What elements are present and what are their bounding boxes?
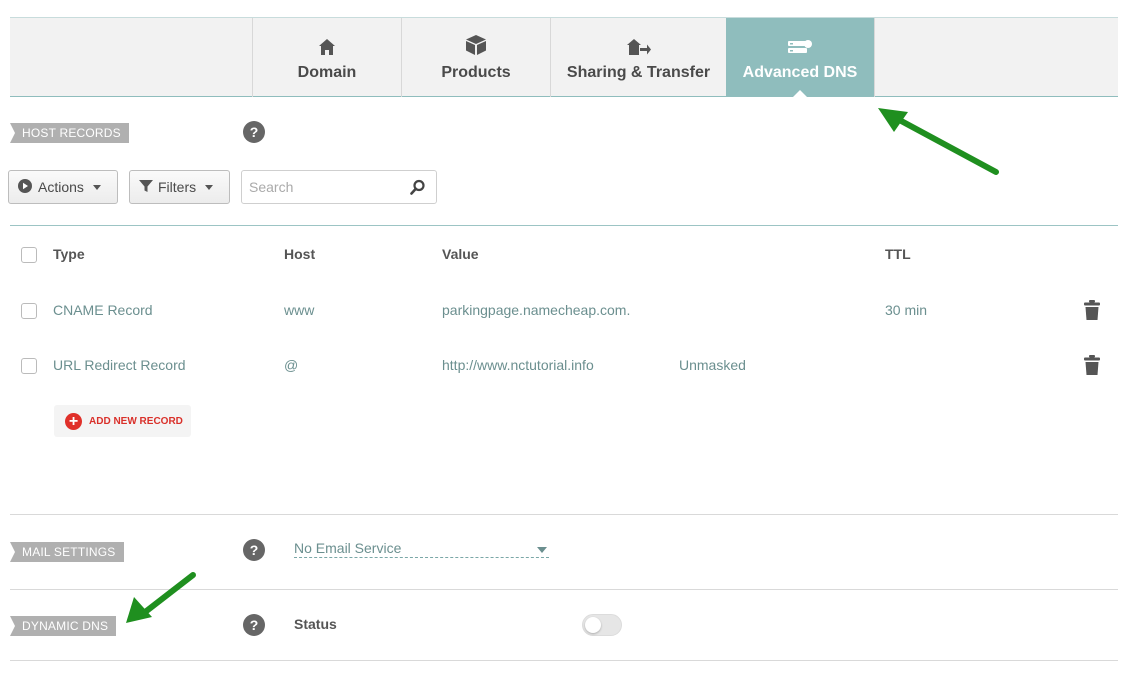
chevron-down-icon: [205, 184, 214, 190]
tab-domain[interactable]: Domain: [252, 18, 401, 97]
add-new-record-label: Add New Record: [89, 415, 183, 427]
row-checkbox[interactable]: [21, 303, 37, 319]
dynamic-dns-label: Dynamic DNS: [10, 616, 117, 636]
mail-settings-label: Mail Settings: [10, 542, 124, 562]
record-value[interactable]: parkingpage.namecheap.com.: [442, 302, 630, 318]
column-header-type[interactable]: Type: [53, 246, 85, 262]
search-box: [241, 170, 437, 204]
dynamic-dns-toggle[interactable]: [582, 614, 622, 636]
trash-icon[interactable]: [1084, 355, 1100, 380]
search-icon[interactable]: [410, 179, 426, 200]
funnel-icon: [139, 179, 153, 196]
annotation-arrow-icon: [878, 108, 999, 175]
tab-sharing-transfer[interactable]: Sharing & Transfer: [550, 18, 726, 97]
column-header-host[interactable]: Host: [284, 246, 315, 262]
annotation-arrow-icon: [126, 572, 196, 623]
record-type[interactable]: URL Redirect Record: [53, 357, 186, 373]
home-icon: [318, 34, 336, 56]
tab-products[interactable]: Products: [401, 18, 550, 97]
tab-label: Domain: [297, 63, 357, 81]
mail-service-value: No Email Service: [294, 540, 402, 556]
section-divider: [10, 660, 1118, 661]
filters-label: Filters: [158, 179, 197, 195]
box-icon: [465, 34, 487, 56]
tab-divider: [874, 18, 875, 97]
host-records-label: Host Records: [10, 123, 129, 143]
filters-button[interactable]: Filters: [129, 170, 230, 204]
record-host[interactable]: www: [284, 302, 314, 318]
chevron-down-icon: [537, 547, 547, 553]
record-ttl[interactable]: 30 min: [885, 302, 927, 318]
column-header-ttl[interactable]: TTL: [885, 246, 911, 262]
status-label: Status: [294, 616, 337, 632]
tab-label: Products: [441, 63, 511, 81]
add-new-record-button[interactable]: + Add New Record: [54, 405, 191, 437]
record-type[interactable]: CNAME Record: [53, 302, 153, 318]
section-divider: [10, 514, 1118, 515]
help-icon[interactable]: ?: [243, 539, 265, 561]
trash-icon[interactable]: [1084, 300, 1100, 325]
help-icon[interactable]: ?: [243, 614, 265, 636]
tab-bar: Domain Products Sharing & Transfer Advan…: [10, 17, 1118, 98]
actions-label: Actions: [38, 179, 84, 195]
play-circle-icon: [18, 178, 32, 196]
record-redirect-type[interactable]: Unmasked: [679, 357, 746, 373]
row-checkbox[interactable]: [21, 358, 37, 374]
toggle-knob: [585, 617, 601, 633]
search-input[interactable]: [242, 171, 402, 203]
column-header-value[interactable]: Value: [442, 246, 479, 262]
table-top-divider: [10, 225, 1118, 226]
actions-button[interactable]: Actions: [8, 170, 118, 204]
chevron-down-icon: [92, 184, 101, 190]
select-all-checkbox[interactable]: [21, 247, 37, 263]
record-value[interactable]: http://www.nctutorial.info: [442, 357, 594, 373]
tab-advanced-dns[interactable]: Advanced DNS: [726, 18, 874, 98]
mail-service-select[interactable]: No Email Service: [294, 540, 549, 558]
server-icon: [787, 34, 813, 56]
help-icon[interactable]: ?: [243, 121, 265, 143]
plus-circle-icon: +: [65, 412, 82, 430]
house-transfer-icon: [626, 34, 652, 56]
tab-label: Sharing & Transfer: [566, 63, 711, 81]
tab-label: Advanced DNS: [742, 63, 858, 81]
record-host[interactable]: @: [284, 357, 298, 373]
